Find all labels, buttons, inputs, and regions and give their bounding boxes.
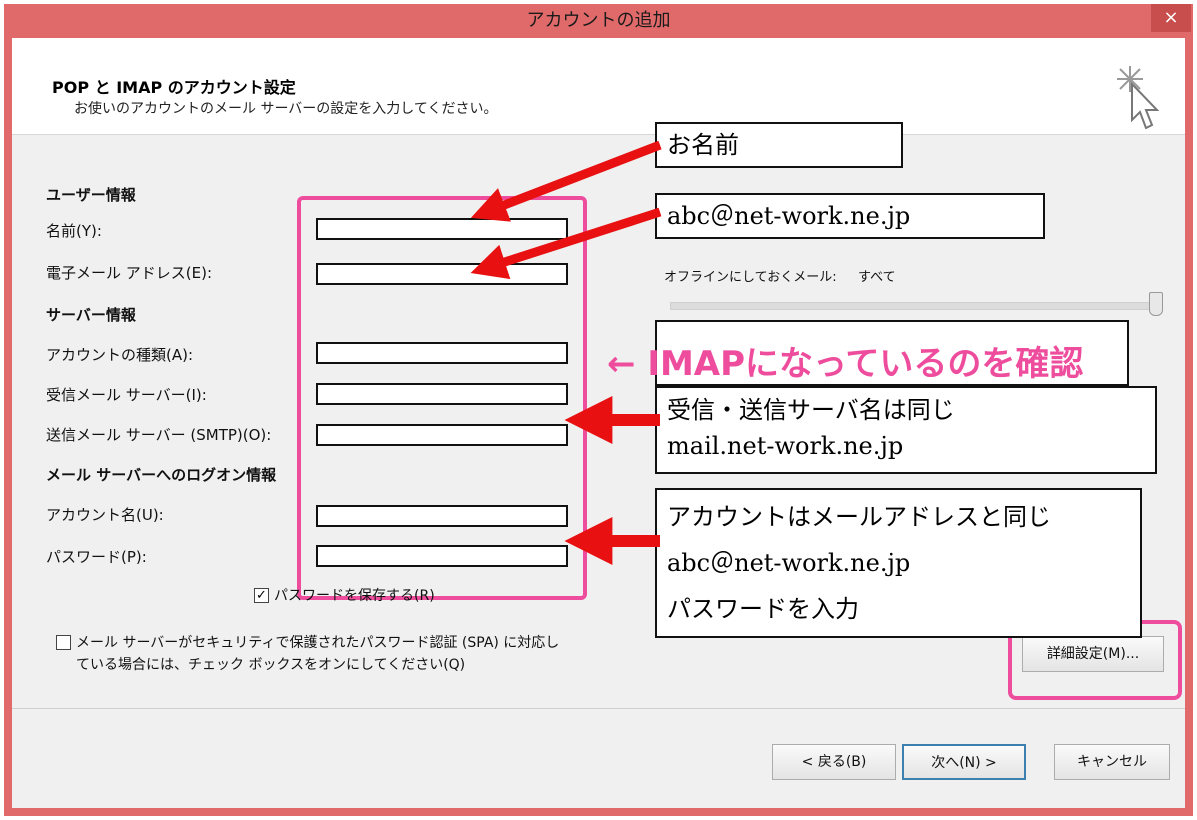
annotation-arrows [470, 140, 662, 565]
email-arrow [470, 207, 662, 280]
name-arrow [470, 140, 662, 222]
